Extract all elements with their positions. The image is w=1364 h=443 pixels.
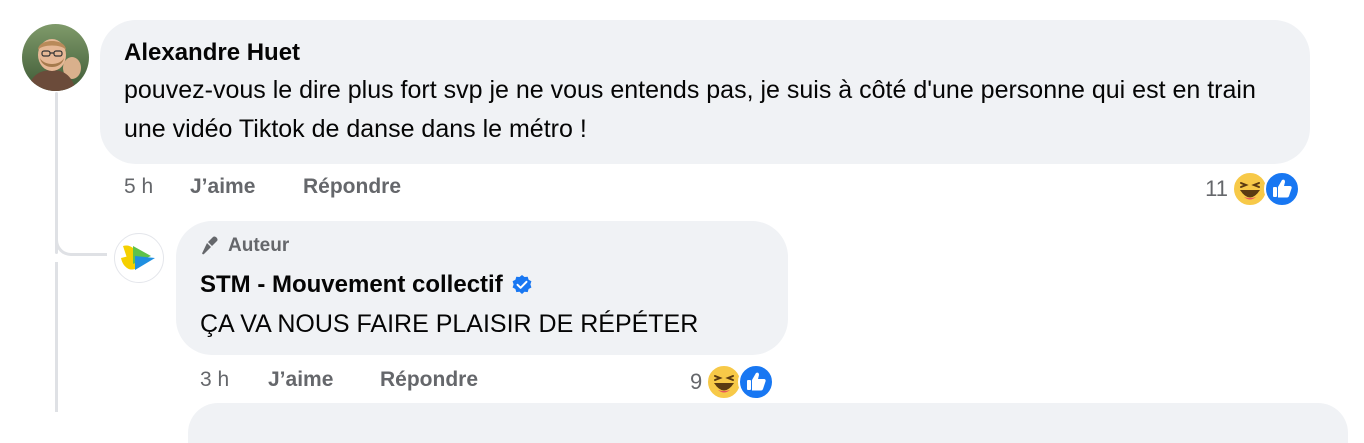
reply-text: ÇA VA NOUS FAIRE PLAISIR DE RÉPÉTER (200, 310, 699, 338)
like-icon (738, 364, 775, 400)
reaction-count: 9 (690, 369, 703, 394)
reply-actions: 3 h J’aime Répondre (200, 368, 478, 392)
comment-text: pouvez-vous le dire plus fort svp je ne … (124, 76, 1256, 143)
microphone-icon (202, 236, 218, 255)
comment-timestamp[interactable]: 5 h (124, 175, 190, 199)
like-button[interactable]: J’aime (190, 175, 303, 199)
haha-icon (1232, 171, 1268, 207)
verified-badge-icon (512, 275, 532, 294)
reaction-summary[interactable]: 9 (690, 364, 775, 400)
reply-button[interactable]: Répondre (380, 368, 478, 392)
avatar-alexandre-huet[interactable] (22, 24, 89, 91)
profile-photo-icon (22, 24, 89, 91)
comment-author-name[interactable]: Alexandre Huet (124, 38, 300, 68)
haha-icon (706, 364, 743, 400)
author-badge: Auteur (200, 235, 289, 257)
reply-author-name[interactable]: STM - Mouvement collectif (200, 270, 503, 300)
next-comment-bubble (188, 403, 1348, 443)
comment-actions: 5 h J’aime Répondre (124, 175, 401, 199)
like-icon (1264, 171, 1300, 207)
like-button[interactable]: J’aime (268, 368, 380, 392)
avatar-stm[interactable] (114, 233, 164, 283)
author-badge-label: Auteur (228, 235, 290, 256)
thread-line-continued (55, 262, 58, 412)
reply-button[interactable]: Répondre (303, 175, 401, 199)
reply-connector (55, 220, 107, 256)
stm-logo-icon (121, 245, 155, 270)
reply-author-row: STM - Mouvement collectif (200, 270, 533, 300)
reaction-summary[interactable]: 11 (1205, 171, 1300, 207)
reply-timestamp[interactable]: 3 h (200, 368, 268, 392)
reaction-count: 11 (1205, 176, 1228, 201)
